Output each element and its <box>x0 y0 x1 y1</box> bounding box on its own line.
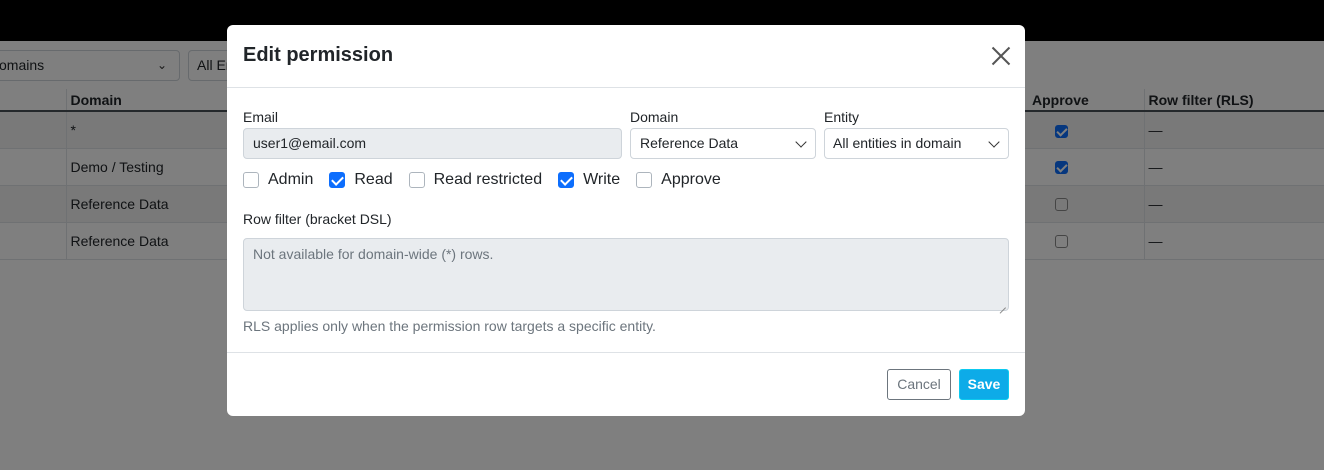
approve-checkbox-label: Approve <box>661 171 721 188</box>
modal-footer: Cancel Save <box>227 352 1025 416</box>
read-restricted-checkbox-label: Read restricted <box>433 171 543 188</box>
admin-checkbox-label: Admin <box>268 171 314 188</box>
write-checkbox-label: Write <box>583 171 621 188</box>
domain-select-value: Reference Data <box>640 135 739 151</box>
row-filter-textarea[interactable]: Not available for domain-wide (*) rows. <box>243 238 1009 311</box>
checkbox-box[interactable] <box>329 172 346 188</box>
save-button[interactable]: Save <box>959 369 1009 400</box>
permission-checkboxes: Admin Read Read restricted Write Approve <box>243 170 737 190</box>
checkbox-box[interactable] <box>408 172 425 188</box>
email-field[interactable]: user1@email.com <box>243 128 622 159</box>
entity-select-value: All entities in domain <box>833 135 962 151</box>
row-filter-label: Row filter (bracket DSL) <box>243 211 392 227</box>
domain-select[interactable]: Reference Data <box>630 128 816 159</box>
edit-permission-modal: Edit permission Email user1@email.com Do… <box>227 25 1025 416</box>
resize-handle-icon[interactable] <box>998 300 1006 308</box>
read-restricted-checkbox[interactable]: Read restricted <box>408 171 543 189</box>
read-checkbox[interactable]: Read <box>329 171 393 189</box>
checkbox-box[interactable] <box>243 172 259 188</box>
modal-header: Edit permission <box>227 25 1025 88</box>
checkbox-box[interactable] <box>558 172 575 188</box>
domain-label: Domain <box>630 109 679 125</box>
approve-checkbox[interactable]: Approve <box>636 171 721 189</box>
close-icon[interactable] <box>991 46 1011 66</box>
read-checkbox-label: Read <box>354 171 393 188</box>
cancel-button[interactable]: Cancel <box>887 369 951 400</box>
checkbox-box[interactable] <box>636 172 653 188</box>
email-label: Email <box>243 109 279 125</box>
entity-select[interactable]: All entities in domain <box>824 128 1009 159</box>
chevron-down-icon <box>988 136 1000 148</box>
row-filter-placeholder: Not available for domain-wide (*) rows. <box>253 246 494 262</box>
admin-checkbox[interactable]: Admin <box>243 171 313 189</box>
row-filter-help: RLS applies only when the permission row… <box>243 318 656 334</box>
chevron-down-icon <box>795 136 807 148</box>
entity-label: Entity <box>824 109 860 125</box>
modal-title: Edit permission <box>243 44 394 66</box>
write-checkbox[interactable]: Write <box>558 171 620 189</box>
